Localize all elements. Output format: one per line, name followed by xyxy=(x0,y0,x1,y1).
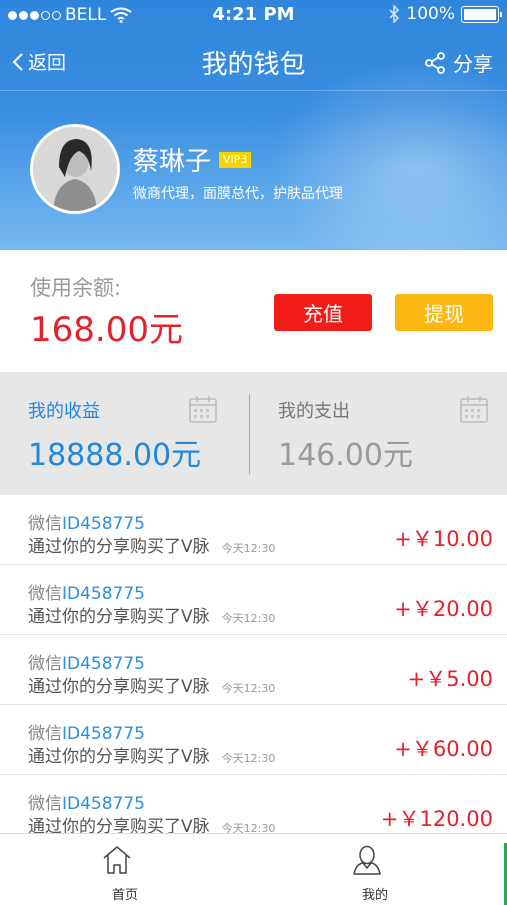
income-panel[interactable]: 我的收益 18888.00元 xyxy=(0,372,250,495)
source-prefix: 微信 xyxy=(28,724,62,744)
user-name-row: 蔡琳子 VIP3 xyxy=(133,141,252,178)
navigation-bar: 返回 我的钱包 分享 xyxy=(0,30,507,90)
expense-label: 我的支出 xyxy=(278,401,350,422)
source-id[interactable]: ID458775 xyxy=(62,794,145,814)
transaction-list: 微信ID458775 通过你的分享购买了V脉 今天12:30 +￥10.00 微信… xyxy=(0,495,507,833)
tab-mine[interactable]: 我的 xyxy=(250,834,500,905)
source-line: 微信ID458775 xyxy=(28,649,145,674)
transaction-time: 今天12:30 xyxy=(221,542,276,555)
user-icon xyxy=(353,845,381,875)
recharge-button[interactable]: 充值 xyxy=(274,294,372,331)
desc-line: 通过你的分享购买了V脉 今天12:30 xyxy=(28,812,275,833)
source-id[interactable]: ID458775 xyxy=(62,654,145,674)
expense-value: 146.00元 xyxy=(278,438,413,473)
transaction-time: 今天12:30 xyxy=(221,752,276,765)
source-id[interactable]: ID458775 xyxy=(62,514,145,534)
share-button[interactable]: 分享 xyxy=(423,48,493,77)
bluetooth-icon xyxy=(389,5,400,23)
avatar-portrait xyxy=(33,127,117,211)
source-prefix: 微信 xyxy=(28,584,62,604)
share-label: 分享 xyxy=(453,52,493,76)
transaction-desc: 通过你的分享购买了V脉 xyxy=(28,537,210,557)
source-id[interactable]: ID458775 xyxy=(62,724,145,744)
transaction-amount: +￥20.00 xyxy=(394,597,493,621)
transaction-desc: 通过你的分享购买了V脉 xyxy=(28,817,210,833)
transaction-desc: 通过你的分享购买了V脉 xyxy=(28,747,210,767)
transaction-time: 今天12:30 xyxy=(221,682,276,695)
battery-percent: 100% xyxy=(406,4,455,24)
source-id[interactable]: ID458775 xyxy=(62,584,145,604)
battery-icon xyxy=(461,5,502,23)
source-prefix: 微信 xyxy=(28,514,62,534)
source-prefix: 微信 xyxy=(28,794,62,814)
income-value: 18888.00元 xyxy=(28,438,202,473)
transaction-desc: 通过你的分享购买了V脉 xyxy=(28,607,210,627)
transaction-amount: +￥120.00 xyxy=(380,807,493,831)
user-name: 蔡琳子 xyxy=(133,147,212,177)
vip-badge: VIP3 xyxy=(219,151,252,168)
list-item[interactable]: 微信ID458775 通过你的分享购买了V脉 今天12:30 +￥120.00 xyxy=(0,775,507,833)
transaction-time: 今天12:30 xyxy=(221,822,276,833)
source-line: 微信ID458775 xyxy=(28,719,145,744)
income-label: 我的收益 xyxy=(28,401,100,422)
tab-home[interactable]: 首页 xyxy=(0,834,250,905)
transaction-time: 今天12:30 xyxy=(221,612,276,625)
source-line: 微信ID458775 xyxy=(28,789,145,814)
transaction-desc: 通过你的分享购买了V脉 xyxy=(28,677,210,697)
user-description: 微商代理，面膜总代，护肤品代理 xyxy=(133,186,343,202)
balance-label: 使用余额: xyxy=(30,276,122,300)
desc-line: 通过你的分享购买了V脉 今天12:30 xyxy=(28,602,275,627)
status-bar: BELL 4:21 PM 100% xyxy=(0,0,507,30)
source-line: 微信ID458775 xyxy=(28,579,145,604)
calendar-icon xyxy=(189,396,217,423)
home-icon xyxy=(103,846,131,874)
nav-divider xyxy=(0,90,507,91)
tab-mine-label: 我的 xyxy=(361,888,388,903)
source-line: 微信ID458775 xyxy=(28,509,145,534)
wallet-header: BELL 4:21 PM 100% 返回 我的钱包 分享 蔡琳子 VIP3 微商… xyxy=(0,0,507,250)
stats-section: 我的收益 18888.00元 我的支出 146.00元 xyxy=(0,372,507,495)
transaction-amount: +￥10.00 xyxy=(394,527,493,551)
balance-section: 使用余额: 168.00元 充值 提现 xyxy=(0,250,507,372)
balance-amount: 168.00元 xyxy=(30,310,183,350)
list-item[interactable]: 微信ID458775 通过你的分享购买了V脉 今天12:30 +￥60.00 xyxy=(0,705,507,775)
transaction-amount: +￥5.00 xyxy=(407,667,493,691)
withdraw-button[interactable]: 提现 xyxy=(395,294,493,331)
share-icon xyxy=(425,51,445,74)
expense-panel[interactable]: 我的支出 146.00元 xyxy=(250,372,500,495)
bottom-tab-bar: 首页 我的 xyxy=(0,833,507,905)
source-prefix: 微信 xyxy=(28,654,62,674)
list-item[interactable]: 微信ID458775 通过你的分享购买了V脉 今天12:30 +￥5.00 xyxy=(0,635,507,705)
list-item[interactable]: 微信ID458775 通过你的分享购买了V脉 今天12:30 +￥10.00 xyxy=(0,495,507,565)
tab-home-label: 首页 xyxy=(111,888,138,903)
desc-line: 通过你的分享购买了V脉 今天12:30 xyxy=(28,532,275,557)
transaction-amount: +￥60.00 xyxy=(394,737,493,761)
calendar-icon xyxy=(460,396,488,423)
desc-line: 通过你的分享购买了V脉 今天12:30 xyxy=(28,672,275,697)
status-right: 100% xyxy=(388,4,502,24)
list-item[interactable]: 微信ID458775 通过你的分享购买了V脉 今天12:30 +￥20.00 xyxy=(0,565,507,635)
avatar[interactable] xyxy=(30,124,120,214)
desc-line: 通过你的分享购买了V脉 今天12:30 xyxy=(28,742,275,767)
